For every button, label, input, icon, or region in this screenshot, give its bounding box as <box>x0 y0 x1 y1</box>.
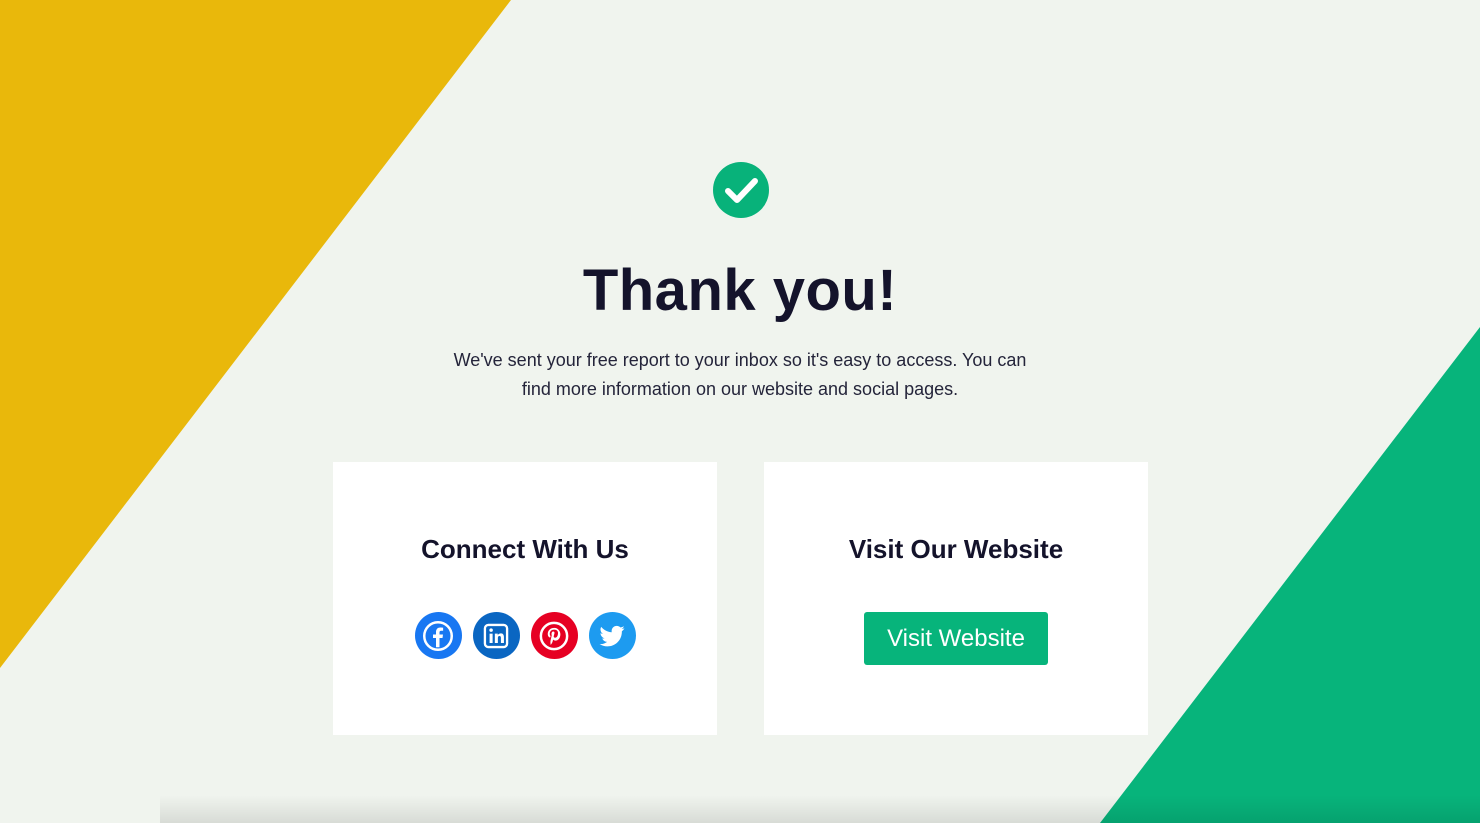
website-card: Visit Our Website Visit Website <box>764 462 1148 735</box>
facebook-link[interactable] <box>414 612 462 659</box>
background-shapes <box>0 0 1480 823</box>
twitter-link[interactable] <box>588 612 636 659</box>
visit-website-button[interactable]: Visit Website <box>864 612 1048 665</box>
twitter-icon <box>599 625 625 646</box>
pinterest-link[interactable] <box>530 612 578 659</box>
facebook-icon <box>423 620 453 651</box>
website-card-title: Visit Our Website <box>848 534 1064 564</box>
page-title: Thank you! <box>582 258 898 323</box>
social-links <box>333 612 717 659</box>
connect-card: Connect With Us <box>333 462 717 735</box>
green-diagonal-shape <box>1100 327 1480 823</box>
check-circle-icon <box>713 162 769 218</box>
pinterest-icon <box>539 621 569 650</box>
confirmation-message: We've sent your free report to your inbo… <box>453 350 1027 399</box>
connect-card-title: Connect With Us <box>421 534 629 564</box>
linkedin-icon <box>483 623 509 648</box>
linkedin-link[interactable] <box>472 612 520 659</box>
